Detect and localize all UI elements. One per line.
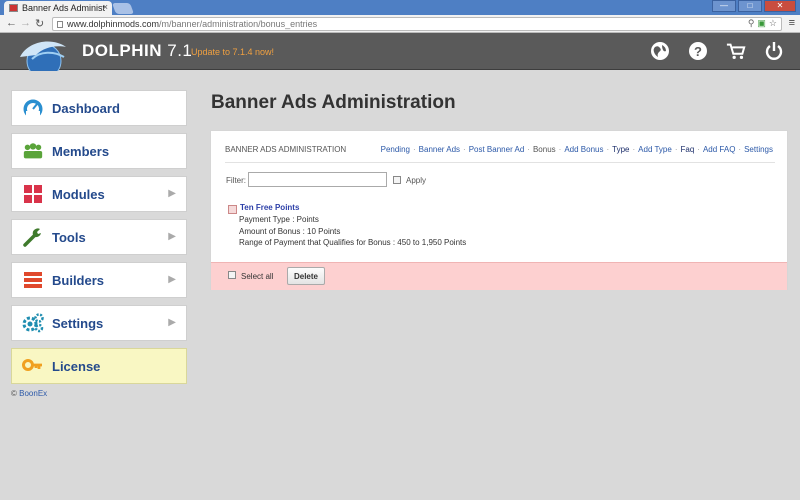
sidebar-item-modules[interactable]: Modules ▶ [11, 176, 187, 212]
page-title: Banner Ads Administration [211, 92, 456, 113]
link-type[interactable]: Type [612, 145, 629, 154]
url-host: www.dolphinmods.com [67, 19, 160, 29]
power-icon[interactable] [764, 41, 784, 61]
window-controls: — □ ✕ [712, 0, 796, 12]
members-icon [22, 140, 44, 162]
chevron-right-icon: ▶ [168, 188, 176, 199]
url-actions: ⚲ ▣ ☆ [748, 18, 777, 29]
entry-range: Range of Payment that Qualifies for Bonu… [239, 238, 467, 247]
close-window-button[interactable]: ✕ [764, 0, 796, 12]
new-tab-button[interactable] [111, 3, 135, 14]
link-pending[interactable]: Pending [381, 145, 410, 154]
favicon-icon [9, 4, 18, 12]
sidebar-item-settings[interactable]: Settings ▶ [11, 305, 187, 341]
select-all-checkbox[interactable] [228, 271, 236, 279]
url-path: /m/banner/administration/bonus_entries [159, 19, 318, 29]
select-all-label: Select all [241, 272, 274, 281]
copyright: © BoonEx [11, 389, 48, 398]
reload-icon[interactable]: ↻ [35, 17, 44, 30]
panel-heading: BANNER ADS ADMINISTRATION [225, 145, 347, 154]
forward-arrow-icon[interactable]: → [20, 17, 31, 29]
page-icon [57, 21, 63, 28]
delete-button[interactable]: Delete [287, 267, 325, 285]
sidebar-item-label: Modules [52, 186, 105, 202]
browser-tab-strip: Banner Ads Administ × — □ ✕ [0, 0, 800, 15]
dolphin-logo-icon[interactable] [14, 35, 72, 71]
link-add-bonus[interactable]: Add Bonus [564, 145, 603, 154]
builders-icon [22, 269, 44, 291]
chevron-right-icon: ▶ [168, 317, 176, 328]
apply-checkbox[interactable] [393, 176, 401, 184]
panel-nav-links: Pending · Banner Ads · Post Banner Ad · Bon… [380, 145, 773, 154]
sidebar-item-label: Members [52, 143, 110, 159]
wrench-icon [22, 226, 44, 248]
link-faq[interactable]: Faq [680, 145, 694, 154]
chevron-right-icon: ▶ [168, 231, 176, 242]
cart-icon[interactable] [726, 41, 746, 61]
sidebar-item-builders[interactable]: Builders ▶ [11, 262, 187, 298]
modules-icon [22, 183, 44, 205]
zoom-icon[interactable]: ⚲ [748, 18, 755, 29]
address-bar-row: ← → ↻ www.dolphinmods.com/m/banner/admin… [0, 15, 800, 33]
action-bar: Select all Delete [211, 262, 787, 290]
browser-menu-icon[interactable]: ≡ [789, 17, 795, 29]
sidebar-item-tools[interactable]: Tools ▶ [11, 219, 187, 255]
sidebar-item-members[interactable]: Members [11, 133, 187, 169]
link-bonus-current: Bonus [532, 145, 556, 154]
tab-close-icon[interactable]: × [103, 2, 108, 12]
entry-title-link[interactable]: Ten Free Points [240, 203, 299, 212]
sidebar-item-license[interactable]: License [11, 348, 187, 384]
sidebar-item-dashboard[interactable]: Dashboard [11, 90, 187, 126]
entry-checkbox[interactable] [228, 205, 237, 214]
chevron-right-icon: ▶ [168, 274, 176, 285]
admin-panel: BANNER ADS ADMINISTRATION Pending · Banne… [210, 130, 788, 290]
key-icon [22, 355, 44, 377]
boonex-link[interactable]: BoonEx [19, 389, 47, 398]
url-input[interactable]: www.dolphinmods.com/m/banner/administrat… [52, 17, 782, 31]
svg-text:?: ? [694, 44, 702, 59]
gears-icon [22, 312, 44, 334]
apply-label: Apply [406, 176, 427, 185]
entry-amount: Amount of Bonus : 10 Points [239, 227, 341, 236]
entry-payment-type: Payment Type : Points [239, 215, 319, 224]
sidebar: Dashboard Members Modules ▶ Tools ▶ Buil… [11, 90, 187, 398]
update-link[interactable]: Update to 7.1.4 now! [191, 47, 274, 57]
brand-title: DOLPHIN 7.1 [82, 41, 193, 60]
maximize-button[interactable]: □ [738, 0, 762, 12]
sidebar-item-label: Settings [52, 315, 104, 331]
browser-tab[interactable]: Banner Ads Administ × [4, 1, 112, 15]
panel-divider [225, 162, 775, 163]
link-add-faq[interactable]: Add FAQ [703, 145, 735, 154]
link-add-type[interactable]: Add Type [638, 145, 672, 154]
sidebar-item-label: Builders [52, 272, 105, 288]
back-arrow-icon[interactable]: ← [6, 17, 17, 29]
globe-icon[interactable] [650, 41, 670, 61]
site-header: DOLPHIN 7.1 Update to 7.1.4 now! ? [0, 33, 800, 71]
sidebar-item-label: License [52, 358, 101, 374]
filter-label: Filter: [226, 176, 246, 185]
filter-input[interactable] [248, 172, 387, 187]
help-icon[interactable]: ? [688, 41, 708, 61]
extension-icon[interactable]: ▣ [757, 18, 766, 29]
dashboard-icon [22, 97, 44, 119]
link-banner-ads[interactable]: Banner Ads [419, 145, 460, 154]
star-icon[interactable]: ☆ [769, 18, 777, 29]
link-post-banner-ad[interactable]: Post Banner Ad [469, 145, 525, 154]
header-icons: ? [650, 41, 784, 61]
sidebar-item-label: Dashboard [52, 100, 120, 116]
tab-title: Banner Ads Administ [22, 3, 106, 13]
link-settings[interactable]: Settings [744, 145, 773, 154]
minimize-button[interactable]: — [712, 0, 736, 12]
sidebar-item-label: Tools [52, 229, 86, 245]
